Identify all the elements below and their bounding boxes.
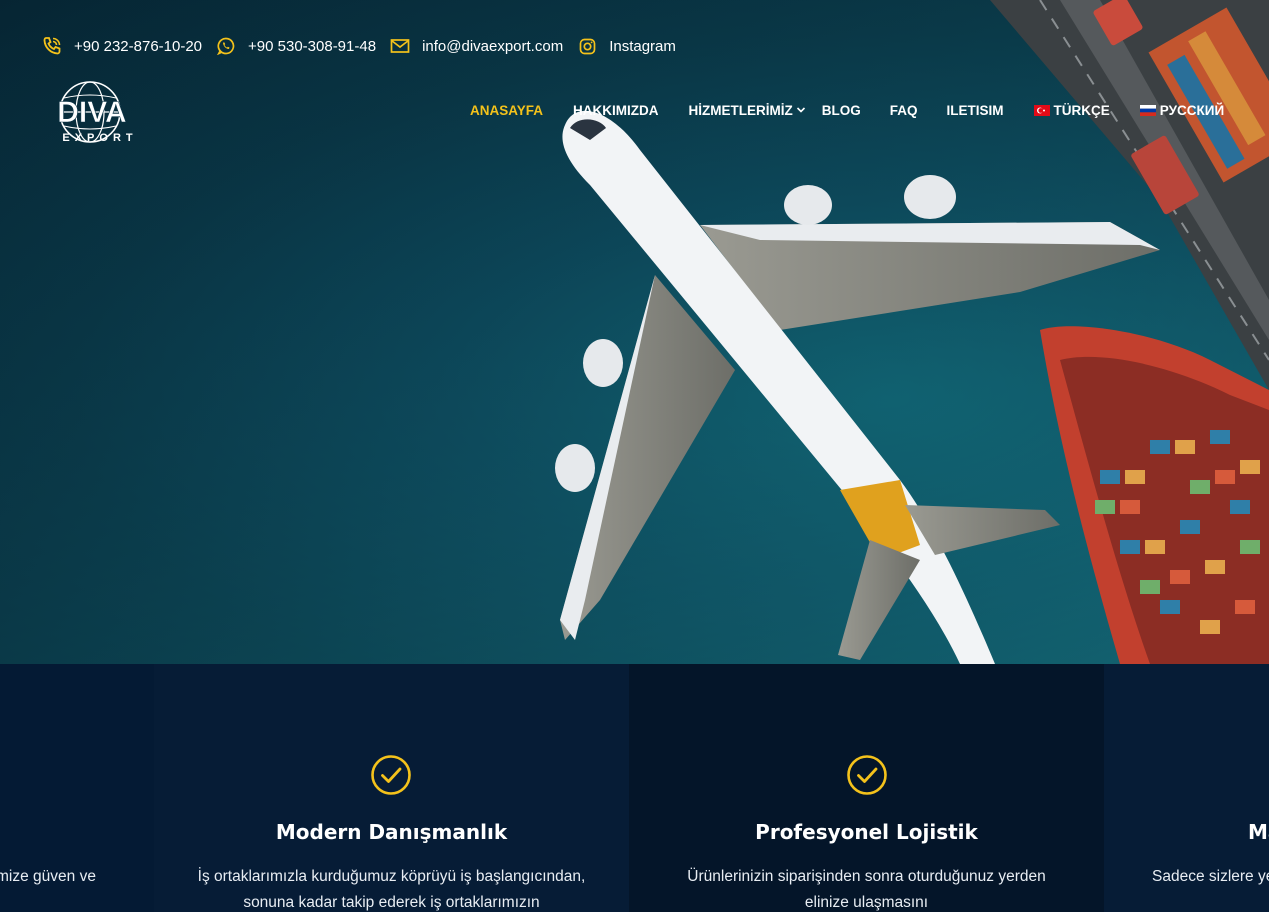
- feature-text: Ürünlerinizin siparişinden sonra oturduğ…: [629, 864, 1104, 912]
- nav-lang-russian-label: РУССКИЙ: [1159, 102, 1225, 118]
- feature-text: İş ortaklarımızla kurduğumuz köprüyü iş …: [154, 864, 629, 912]
- nav-contact[interactable]: ILETISIM: [947, 103, 1004, 118]
- feature-card-partial-right: Ma Sadece sizlere ye: [1104, 664, 1269, 912]
- whatsapp-icon: [216, 36, 236, 56]
- turkey-flag-icon: [1033, 104, 1050, 116]
- contact-instagram[interactable]: Instagram: [577, 36, 676, 56]
- check-circle-icon: [847, 755, 887, 795]
- feature-text-line: İş ortaklarımızla kurduğumuz köprüyü iş …: [197, 868, 586, 885]
- phone-icon: [42, 36, 62, 56]
- contact-phone[interactable]: +90 232-876-10-20: [42, 36, 202, 56]
- nav-lang-turkish-label: TÜRKÇE: [1053, 102, 1110, 118]
- nav-blog[interactable]: BLOG: [822, 103, 861, 118]
- russia-flag-icon: [1139, 104, 1156, 116]
- chevron-down-icon: [796, 107, 805, 113]
- feature-text-line: Ürünlerinizin siparişinden sonra oturduğ…: [687, 868, 1046, 885]
- nav-home[interactable]: ANASAYFA: [470, 103, 543, 118]
- contact-email-text: info@divaexport.com: [422, 37, 564, 55]
- mail-icon: [390, 36, 410, 56]
- feature-card-professional-logistics: Profesyonel Lojistik Ürünlerinizin sipar…: [629, 664, 1104, 912]
- nav-lang-turkish[interactable]: TÜRKÇE: [1033, 102, 1110, 118]
- contact-whatsapp[interactable]: +90 530-308-91-48: [216, 36, 376, 56]
- contact-instagram-text: Instagram: [609, 37, 676, 55]
- diva-export-logo[interactable]: DIVA EXPORT: [46, 78, 142, 146]
- feature-text-line: elinize ulaşmasını: [804, 894, 929, 911]
- check-circle-icon: [371, 755, 411, 795]
- feature-card-partial-left: mize güven ve: [0, 664, 154, 912]
- feature-text: Sadece sizlere ye: [1152, 868, 1269, 885]
- svg-text:EXPORT: EXPORT: [62, 132, 137, 144]
- main-nav: ANASAYFA HAKKIMIZDA HİZMETLERİMİZ BLOG F…: [470, 100, 1224, 120]
- svg-text:DIVA: DIVA: [57, 96, 126, 129]
- contact-email[interactable]: info@divaexport.com: [390, 36, 563, 56]
- nav-services[interactable]: HİZMETLERİMİZ: [689, 103, 806, 118]
- nav-about[interactable]: HAKKIMIZDA: [573, 103, 659, 118]
- contact-phone-text: +90 232-876-10-20: [74, 37, 203, 55]
- feature-text-line: sonuna kadar takip ederek iş ortaklarımı…: [243, 894, 540, 911]
- globe-icon: DIVA EXPORT: [57, 81, 137, 144]
- feature-card-modern-consulting: Modern Danışmanlık İş ortaklarımızla kur…: [154, 664, 629, 912]
- nav-services-label: HİZMETLERİMİZ: [688, 102, 793, 118]
- nav-lang-russian[interactable]: РУССКИЙ: [1139, 102, 1225, 118]
- nav-faq[interactable]: FAQ: [890, 103, 918, 118]
- feature-title: Modern Danışmanlık: [275, 820, 508, 844]
- hero-banner: +90 232-876-10-20 +90 530-308-91-48 info…: [0, 0, 1269, 664]
- feature-title: Ma: [1248, 820, 1269, 844]
- contact-bar: +90 232-876-10-20 +90 530-308-91-48 info…: [42, 36, 690, 56]
- instagram-icon: [577, 36, 597, 56]
- contact-whatsapp-text: +90 530-308-91-48: [248, 37, 377, 55]
- feature-title: Profesyonel Lojistik: [755, 820, 978, 844]
- features-section: mize güven ve Modern Danışmanlık İş orta…: [0, 664, 1269, 912]
